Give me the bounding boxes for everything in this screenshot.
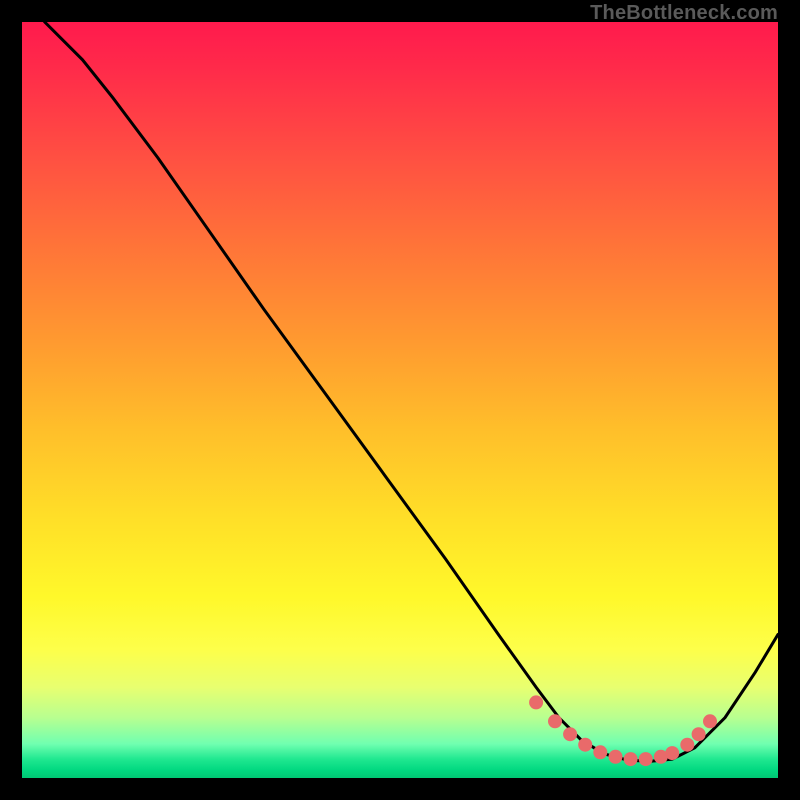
optimal-zone-markers <box>529 695 717 766</box>
chart-frame: TheBottleneck.com <box>0 0 800 800</box>
highlight-dot <box>680 738 694 752</box>
highlight-dot <box>548 714 562 728</box>
highlight-dot <box>593 745 607 759</box>
highlight-dot <box>563 727 577 741</box>
highlight-dot <box>639 752 653 766</box>
highlight-dot <box>529 695 543 709</box>
highlight-dot <box>665 746 679 760</box>
highlight-dot <box>578 738 592 752</box>
highlight-dot <box>692 727 706 741</box>
highlight-dot <box>703 714 717 728</box>
highlight-dot <box>624 752 638 766</box>
bottleneck-curve <box>45 22 778 761</box>
plot-area <box>22 22 778 778</box>
curve-layer <box>22 22 778 778</box>
highlight-dot <box>609 750 623 764</box>
